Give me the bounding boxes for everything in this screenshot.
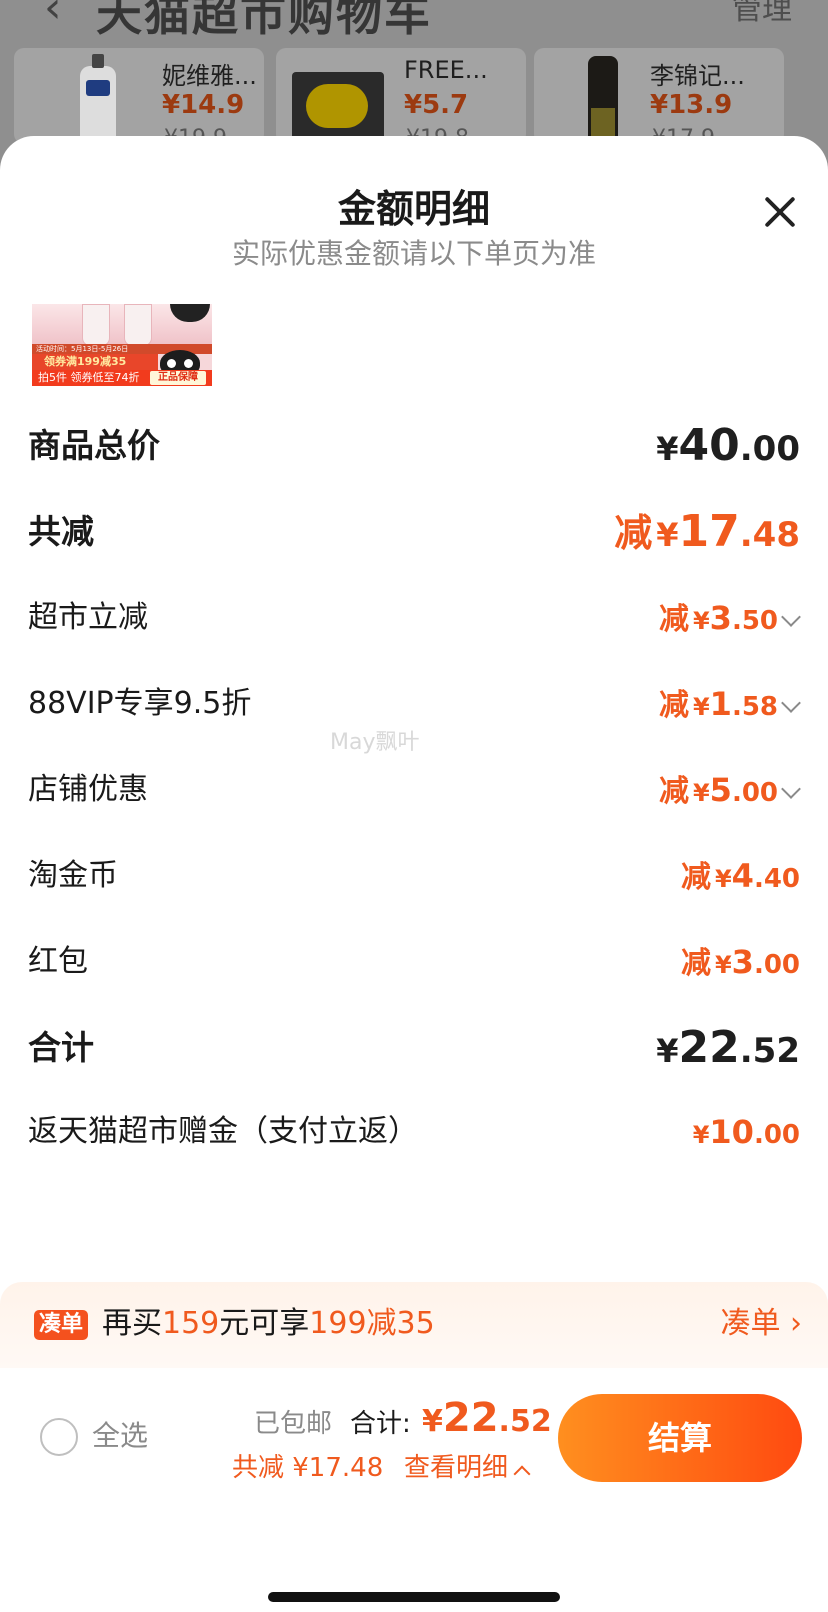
- addon-link[interactable]: 凑单 ›: [720, 1304, 802, 1344]
- row-amount: 减 ¥4.40: [680, 857, 800, 895]
- checkout-bar: 全选 已包邮 合计: ¥22.52 共减 ¥17.48 查看明细 结算: [0, 1368, 828, 1612]
- row-red-packet: 红包 减 ¥3.00: [0, 932, 828, 992]
- sheet-title: 金额明细: [337, 187, 490, 231]
- row-amount: 减 ¥17.48: [614, 506, 800, 557]
- home-indicator: [268, 1592, 560, 1602]
- product-image: [58, 52, 138, 144]
- row-amount: 减 ¥5.00: [658, 771, 778, 809]
- product-name: 妮维雅...: [162, 62, 257, 90]
- product-name: FREE...: [404, 56, 488, 84]
- watermark: May飘叶: [330, 730, 420, 755]
- chevron-down-icon[interactable]: [781, 607, 801, 627]
- addon-promo-bar: 凑单 再买159元可享199减35 凑单 ›: [0, 1282, 828, 1368]
- row-label: 超市立减: [28, 600, 148, 635]
- row-taobao-coins: 淘金币 减 ¥4.40: [0, 846, 828, 906]
- row-amount: ¥40.00: [656, 420, 800, 471]
- row-amount: 减 ¥3.50: [658, 599, 778, 637]
- product-image: [292, 52, 388, 144]
- product-price: ¥5.7: [404, 90, 469, 120]
- discount-summary: 共减 ¥17.48: [232, 1453, 384, 1483]
- chevron-up-icon: [513, 1465, 531, 1483]
- product-promo-banner: 活动时间：5月13日-5月26日 领券满199减35 拍5件 领券低至74折 正…: [32, 304, 212, 386]
- row-label: 红包: [28, 944, 88, 979]
- product-name: 李锦记...: [650, 62, 745, 90]
- free-shipping-label: 已包邮: [254, 1409, 333, 1439]
- row-amount: 减 ¥3.00: [680, 943, 800, 981]
- total-label: 合计:: [350, 1409, 411, 1439]
- row-label: 淘金币: [28, 858, 118, 893]
- checkout-button[interactable]: 结算: [558, 1394, 802, 1482]
- chevron-down-icon[interactable]: [781, 693, 801, 713]
- row-grand-total: 合计 ¥22.52: [0, 1018, 828, 1078]
- row-store-discount[interactable]: 店铺优惠 减 ¥5.00: [0, 760, 828, 820]
- sheet-subtitle: 实际优惠金额请以下单页为准: [231, 237, 596, 270]
- view-details-link[interactable]: 查看明细: [404, 1448, 531, 1488]
- back-icon[interactable]: ‹: [44, 0, 62, 33]
- close-icon[interactable]: [756, 188, 804, 236]
- chevron-down-icon[interactable]: [781, 779, 801, 799]
- row-label: 商品总价: [28, 426, 160, 465]
- row-label: 返天猫超市赠金（支付立返）: [28, 1114, 418, 1149]
- select-all-radio[interactable]: [40, 1418, 78, 1456]
- product-price: ¥14.9: [162, 90, 245, 120]
- row-label: 合计: [28, 1028, 94, 1067]
- cart-title: 天猫超市购物车: [96, 0, 432, 41]
- product-card[interactable]: 李锦记... ¥13.9 ¥17.9: [534, 48, 784, 144]
- addon-message: 再买159元可享199减35: [102, 1306, 435, 1341]
- row-goods-total: 商品总价 ¥40.00: [0, 416, 828, 476]
- addon-badge: 凑单: [34, 1310, 88, 1340]
- row-label: 88VIP专享9.5折: [28, 686, 252, 721]
- row-total-discount: 共减 减 ¥17.48: [0, 502, 828, 562]
- row-amount: ¥22.52: [656, 1022, 800, 1073]
- row-label: 店铺优惠: [28, 772, 148, 807]
- recommended-products: 妮维雅... ¥14.9 ¥19.9 FREE... ¥5.7 ¥19.8 李锦…: [14, 48, 814, 144]
- row-supermarket-discount[interactable]: 超市立减 减 ¥3.50: [0, 588, 828, 648]
- banner-guarantee: 正品保障: [150, 371, 206, 385]
- manage-button[interactable]: 管理: [732, 0, 792, 28]
- banner-offer: 拍5件 领券低至74折: [38, 371, 140, 384]
- row-label: 共减: [28, 512, 94, 551]
- banner-coupon: 领券满199减35: [32, 354, 158, 370]
- row-amount: 减 ¥1.58: [658, 685, 778, 723]
- product-image: [562, 52, 642, 144]
- product-price: ¥13.9: [650, 90, 733, 120]
- amount-detail-sheet: 金额明细 实际优惠金额请以下单页为准 活动时间：5月13日-5月26日 领券满1…: [0, 136, 828, 1612]
- select-all-label[interactable]: 全选: [92, 1416, 148, 1456]
- total-amount: ¥22.52: [422, 1395, 552, 1441]
- row-cashback: 返天猫超市赠金（支付立返） ¥10.00: [0, 1102, 828, 1162]
- row-amount: ¥10.00: [692, 1113, 800, 1151]
- product-card[interactable]: 妮维雅... ¥14.9 ¥19.9: [14, 48, 264, 144]
- product-card[interactable]: FREE... ¥5.7 ¥19.8: [276, 48, 526, 144]
